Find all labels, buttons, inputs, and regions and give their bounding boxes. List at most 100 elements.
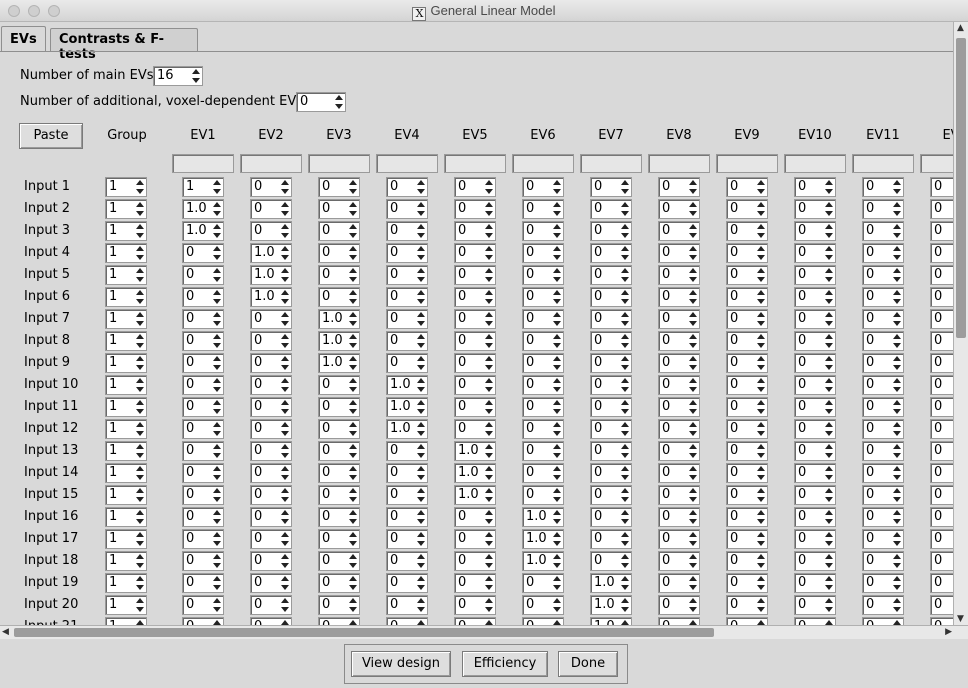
spin-arrows-icon[interactable] (483, 553, 494, 569)
ev-value-spinbox[interactable]: 0 (182, 441, 224, 461)
spin-arrows-icon[interactable] (279, 509, 290, 525)
ev-value-spinbox[interactable]: 0 (794, 573, 836, 593)
spin-arrows-icon[interactable] (279, 421, 290, 437)
ev-value-spinbox[interactable]: 0 (930, 309, 953, 329)
ev-value-spinbox[interactable]: 1.0 (250, 265, 292, 285)
ev-value-spinbox[interactable]: 0 (794, 595, 836, 615)
ev-value-spinbox[interactable]: 0 (386, 287, 428, 307)
ev-value-spinbox[interactable]: 0 (930, 397, 953, 417)
spin-arrows-icon[interactable] (483, 201, 494, 217)
ev-value-spinbox[interactable]: 0 (794, 507, 836, 527)
spin-arrows-icon[interactable] (134, 487, 145, 503)
spin-arrows-icon[interactable] (823, 597, 834, 613)
ev-value-spinbox[interactable]: 0 (250, 463, 292, 483)
ev-value-spinbox[interactable]: 0 (182, 375, 224, 395)
spin-arrows-icon[interactable] (347, 245, 358, 261)
spin-arrows-icon[interactable] (823, 311, 834, 327)
ev-value-spinbox[interactable]: 0 (726, 507, 768, 527)
spin-arrows-icon[interactable] (551, 421, 562, 437)
ev-value-spinbox[interactable]: 0 (794, 199, 836, 219)
spin-arrows-icon[interactable] (415, 245, 426, 261)
spin-arrows-icon[interactable] (211, 267, 222, 283)
ev-value-spinbox[interactable]: 0 (590, 287, 632, 307)
ev-value-spinbox[interactable]: 0 (318, 419, 360, 439)
spin-arrows-icon[interactable] (551, 487, 562, 503)
spin-arrows-icon[interactable] (211, 245, 222, 261)
ev-value-spinbox[interactable]: 0 (726, 463, 768, 483)
ev-value-spinbox[interactable]: 0 (930, 287, 953, 307)
ev-value-spinbox[interactable]: 1.0 (250, 243, 292, 263)
ev-value-spinbox[interactable]: 0 (182, 287, 224, 307)
group-spinbox[interactable]: 1 (105, 529, 147, 549)
ev-value-spinbox[interactable]: 0 (522, 441, 564, 461)
ev-value-spinbox[interactable]: 0 (726, 551, 768, 571)
spin-arrows-icon[interactable] (551, 201, 562, 217)
ev-value-spinbox[interactable]: 0 (794, 331, 836, 351)
ev-value-spinbox[interactable]: 1.0 (182, 221, 224, 241)
ev-value-spinbox[interactable]: 0 (726, 221, 768, 241)
ev-value-spinbox[interactable]: 0 (522, 309, 564, 329)
spin-arrows-icon[interactable] (891, 465, 902, 481)
ev-title-input[interactable] (648, 154, 710, 173)
spin-arrows-icon[interactable] (551, 575, 562, 591)
ev-value-spinbox[interactable]: 0 (794, 287, 836, 307)
spin-arrows-icon[interactable] (755, 465, 766, 481)
spin-arrows-icon[interactable] (891, 179, 902, 195)
spin-arrows-icon[interactable] (823, 421, 834, 437)
spin-arrows-icon[interactable] (551, 223, 562, 239)
ev-value-spinbox[interactable]: 0 (862, 397, 904, 417)
ev-value-spinbox[interactable]: 0 (182, 353, 224, 373)
ev-value-spinbox[interactable]: 0 (250, 199, 292, 219)
vertical-scroll-thumb[interactable] (956, 38, 966, 338)
ev-value-spinbox[interactable]: 1.0 (318, 309, 360, 329)
spin-arrows-icon[interactable] (619, 487, 630, 503)
ev-value-spinbox[interactable]: 0 (454, 573, 496, 593)
ev-value-spinbox[interactable]: 0 (522, 397, 564, 417)
spin-arrows-icon[interactable] (279, 267, 290, 283)
spin-arrows-icon[interactable] (347, 443, 358, 459)
group-spinbox[interactable]: 1 (105, 309, 147, 329)
ev-value-spinbox[interactable]: 0 (250, 617, 292, 625)
ev-value-spinbox[interactable]: 0 (658, 419, 700, 439)
ev-value-spinbox[interactable]: 0 (182, 243, 224, 263)
spin-arrows-icon[interactable] (891, 597, 902, 613)
spin-arrows-icon[interactable] (415, 355, 426, 371)
ev-value-spinbox[interactable]: 0 (658, 177, 700, 197)
spin-arrows-icon[interactable] (211, 355, 222, 371)
ev-value-spinbox[interactable]: 0 (250, 595, 292, 615)
spin-arrows-icon[interactable] (891, 509, 902, 525)
ev-value-spinbox[interactable]: 0 (590, 309, 632, 329)
ev-value-spinbox[interactable]: 0 (318, 199, 360, 219)
ev-value-spinbox[interactable]: 0 (862, 199, 904, 219)
group-spinbox[interactable]: 1 (105, 375, 147, 395)
ev-value-spinbox[interactable]: 0 (182, 507, 224, 527)
spin-arrows-icon[interactable] (347, 333, 358, 349)
spin-arrows-icon[interactable] (211, 443, 222, 459)
ev-value-spinbox[interactable]: 0 (454, 595, 496, 615)
spin-arrows-icon[interactable] (134, 421, 145, 437)
ev-value-spinbox[interactable]: 0 (522, 287, 564, 307)
spin-arrows-icon[interactable] (687, 421, 698, 437)
spin-arrows-icon[interactable] (687, 575, 698, 591)
ev-value-spinbox[interactable]: 0 (522, 353, 564, 373)
ev-value-spinbox[interactable]: 0 (930, 221, 953, 241)
spin-arrows-icon[interactable] (211, 377, 222, 393)
group-spinbox[interactable]: 1 (105, 353, 147, 373)
ev-title-input[interactable] (580, 154, 642, 173)
spin-arrows-icon[interactable] (823, 399, 834, 415)
ev-value-spinbox[interactable]: 0 (522, 463, 564, 483)
ev-value-spinbox[interactable]: 0 (454, 309, 496, 329)
ev-value-spinbox[interactable]: 0 (318, 595, 360, 615)
ev-value-spinbox[interactable]: 0 (930, 507, 953, 527)
spin-arrows-icon[interactable] (687, 311, 698, 327)
spin-arrows-icon[interactable] (347, 531, 358, 547)
spin-arrows-icon[interactable] (823, 179, 834, 195)
ev-value-spinbox[interactable]: 0 (658, 595, 700, 615)
spin-arrows-icon[interactable] (279, 311, 290, 327)
spin-arrows-icon[interactable] (687, 223, 698, 239)
ev-value-spinbox[interactable]: 0 (386, 177, 428, 197)
spin-arrows-icon[interactable] (211, 509, 222, 525)
ev-value-spinbox[interactable]: 0 (658, 353, 700, 373)
ev-value-spinbox[interactable]: 0 (454, 243, 496, 263)
spin-arrows-icon[interactable] (415, 399, 426, 415)
